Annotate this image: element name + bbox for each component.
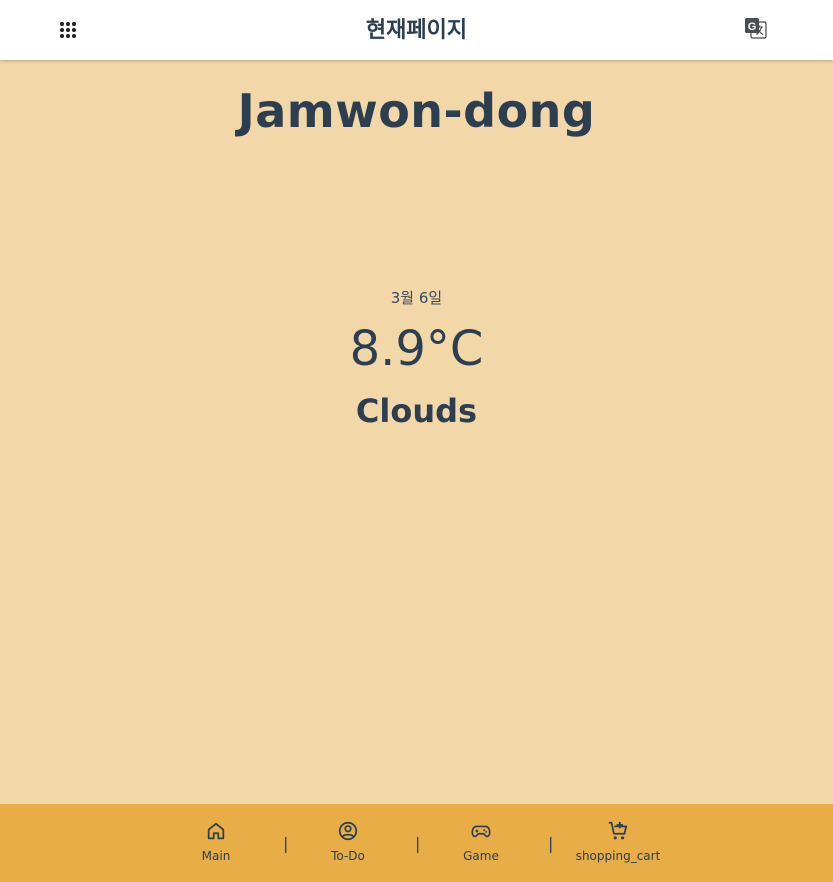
google-translate-icon[interactable]: G: [743, 16, 769, 42]
nav-game[interactable]: Game: [426, 820, 536, 876]
nav-separator: |: [283, 834, 289, 853]
temperature: 8.9°C: [349, 321, 484, 377]
page-title: 현재페이지: [365, 18, 468, 43]
home-icon: [207, 822, 225, 840]
nav-game-label: Game: [463, 849, 499, 863]
nav-separator: |: [415, 834, 421, 853]
svg-text:G: G: [748, 21, 757, 33]
add-shopping-cart-icon: [608, 821, 628, 840]
apps-grid-icon[interactable]: [56, 18, 80, 42]
nav-shopping-cart[interactable]: shopping_cart: [563, 820, 673, 876]
nav-shopping-cart-label: shopping_cart: [575, 849, 661, 863]
weather-date: 3월 6일: [390, 289, 443, 307]
top-header: 현재페이지 G: [0, 0, 833, 60]
nav-todo[interactable]: To-Do: [293, 820, 403, 876]
user-circle-icon: [338, 821, 358, 841]
gamepad-icon: [471, 825, 491, 838]
weather-condition: Clouds: [355, 392, 478, 430]
bottom-nav: Main | To-Do | Game | shopping_cart: [0, 804, 833, 882]
nav-main[interactable]: Main: [161, 820, 271, 876]
city-name: Jamwon-dong: [237, 84, 596, 138]
nav-separator: |: [548, 834, 554, 853]
nav-todo-label: To-Do: [331, 849, 365, 863]
nav-main-label: Main: [201, 849, 231, 863]
